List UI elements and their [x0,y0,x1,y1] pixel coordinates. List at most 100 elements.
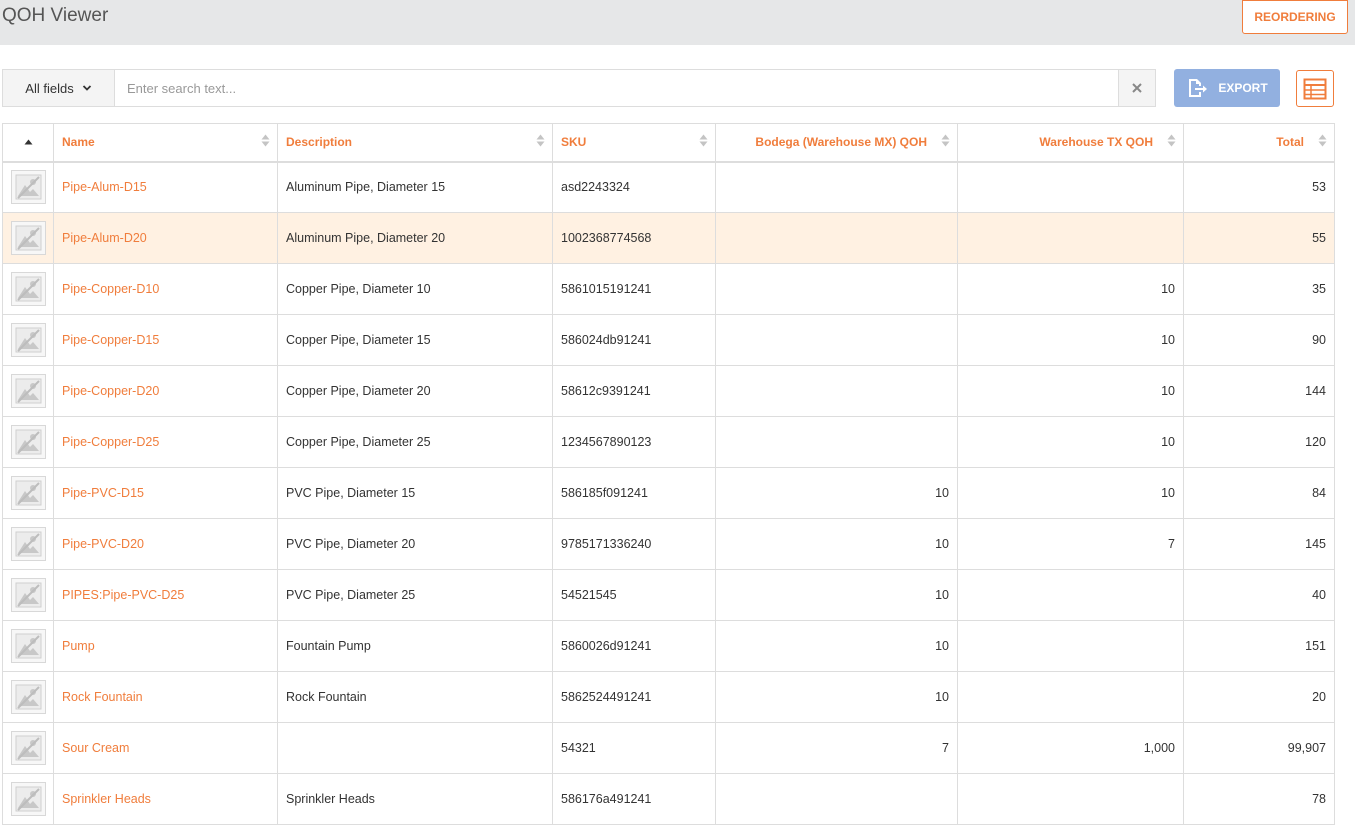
table-row[interactable]: Rock Fountain Rock Fountain 5862524491241 1… [2,671,1335,723]
column-header-label: SKU [561,135,587,150]
product-thumbnail [11,731,46,765]
cell-mx-qoh [715,773,958,825]
table-row[interactable]: Pipe-Copper-D20 Copper Pipe, Diameter 20 5… [2,365,1335,417]
cell-description: Copper Pipe, Diameter 25 [277,416,553,468]
column-header-mx-qoh[interactable]: Bodega (Warehouse MX) QOH [715,123,958,163]
cell-name[interactable]: Pipe-PVC-D20 [53,518,278,570]
column-header-name[interactable]: Name [53,123,278,163]
table-row[interactable]: Sprinkler Heads Sprinkler Heads 586176a491… [2,773,1335,825]
top-bar: QOH Viewer REORDERING [0,0,1355,45]
column-header-tx-qoh[interactable]: Warehouse TX QOH [957,123,1184,163]
image-placeholder-icon [15,225,42,251]
cell-sku: 5862524491241 [552,671,716,723]
cell-tx-qoh: 10 [957,314,1184,366]
cell-sku: 58612c9391241 [552,365,716,417]
image-placeholder-icon [15,327,42,353]
product-thumbnail [11,323,46,357]
column-header-total[interactable]: Total [1183,123,1335,163]
table-row[interactable]: Pipe-Copper-D10 Copper Pipe, Diameter 10 5… [2,263,1335,315]
cell-name[interactable]: Pipe-Alum-D15 [53,161,278,213]
cell-name[interactable]: Rock Fountain [53,671,278,723]
cell-tx-qoh: 10 [957,467,1184,519]
thumbnail-cell [2,314,54,366]
cell-sku: 586024db91241 [552,314,716,366]
cell-name[interactable]: Pipe-Alum-D20 [53,212,278,264]
product-thumbnail [11,578,46,612]
table-row[interactable]: Pipe-PVC-D20 PVC Pipe, Diameter 20 9785171… [2,518,1335,570]
sort-icon [1318,134,1327,147]
image-placeholder-icon [15,582,42,608]
table-columns-icon [1303,78,1327,99]
cell-mx-qoh [715,365,958,417]
product-thumbnail [11,272,46,306]
cell-name[interactable]: Pipe-Copper-D10 [53,263,278,315]
column-header-description[interactable]: Description [277,123,553,163]
cell-total: 145 [1183,518,1335,570]
thumbnail-cell [2,161,54,213]
cell-sku: 1234567890123 [552,416,716,468]
cell-description: PVC Pipe, Diameter 25 [277,569,553,621]
cell-name[interactable]: Sprinkler Heads [53,773,278,825]
clear-search-button[interactable] [1118,70,1155,106]
cell-name[interactable]: Pipe-Copper-D20 [53,365,278,417]
table-row[interactable]: Pipe-Copper-D25 Copper Pipe, Diameter 25 1… [2,416,1335,468]
cell-total: 144 [1183,365,1335,417]
sort-icon [1167,134,1176,147]
cell-description [277,722,553,774]
sort-asc-icon [24,139,32,145]
cell-description: Aluminum Pipe, Diameter 15 [277,161,553,213]
cell-name[interactable]: Sour Cream [53,722,278,774]
thumbnail-cell [2,212,54,264]
cell-mx-qoh: 10 [715,467,958,519]
thumbnail-cell [2,773,54,825]
cell-name[interactable]: Pump [53,620,278,672]
product-thumbnail [11,782,46,816]
thumbnail-cell [2,620,54,672]
cell-mx-qoh [715,263,958,315]
cell-sku: asd2243324 [552,161,716,213]
search-field-select[interactable]: All fields [3,70,115,106]
cell-mx-qoh: 10 [715,620,958,672]
cell-tx-qoh [957,671,1184,723]
column-header-thumbnail[interactable] [2,123,54,163]
cell-mx-qoh: 10 [715,518,958,570]
cell-description: PVC Pipe, Diameter 20 [277,518,553,570]
image-placeholder-icon [15,633,42,659]
cell-name[interactable]: Pipe-Copper-D25 [53,416,278,468]
cell-tx-qoh [957,161,1184,213]
table-row[interactable]: Sour Cream 54321 7 1,000 99,907 [2,722,1335,774]
cell-name[interactable]: Pipe-Copper-D15 [53,314,278,366]
table-row[interactable]: PIPES:Pipe-PVC-D25 PVC Pipe, Diameter 25 5… [2,569,1335,621]
qoh-table: Name Description SKU Bodega (Warehouse M… [2,123,1335,825]
column-header-label: Warehouse TX QOH [1039,135,1153,150]
cell-sku: 54321 [552,722,716,774]
table-row[interactable]: Pipe-Alum-D15 Aluminum Pipe, Diameter 15 a… [2,161,1335,213]
cell-sku: 5861015191241 [552,263,716,315]
cell-description: PVC Pipe, Diameter 15 [277,467,553,519]
column-header-sku[interactable]: SKU [552,123,716,163]
cell-mx-qoh: 10 [715,671,958,723]
cell-mx-qoh [715,212,958,264]
column-header-label: Total [1276,135,1304,150]
search-field-label: All fields [25,80,74,96]
cell-sku: 54521545 [552,569,716,621]
table-row[interactable]: Pipe-PVC-D15 PVC Pipe, Diameter 15 586185f… [2,467,1335,519]
chevron-down-icon [82,85,91,91]
cell-name[interactable]: PIPES:Pipe-PVC-D25 [53,569,278,621]
table-row[interactable]: Pipe-Copper-D15 Copper Pipe, Diameter 15 5… [2,314,1335,366]
cell-name[interactable]: Pipe-PVC-D15 [53,467,278,519]
cell-mx-qoh [715,314,958,366]
table-row[interactable]: Pump Fountain Pump 5860026d91241 10 151 [2,620,1335,672]
column-header-label: Description [286,135,353,150]
reordering-button[interactable]: REORDERING [1242,0,1348,34]
cell-sku: 5860026d91241 [552,620,716,672]
image-placeholder-icon [15,378,42,404]
column-header-label: Bodega (Warehouse MX) QOH [755,135,927,150]
table-row[interactable]: Pipe-Alum-D20 Aluminum Pipe, Diameter 20 1… [2,212,1335,264]
image-placeholder-icon [15,684,42,710]
search-input[interactable] [115,70,1118,106]
column-settings-button[interactable] [1296,70,1334,107]
cell-description: Copper Pipe, Diameter 10 [277,263,553,315]
export-button[interactable]: EXPORT [1174,69,1280,107]
cell-tx-qoh: 10 [957,416,1184,468]
